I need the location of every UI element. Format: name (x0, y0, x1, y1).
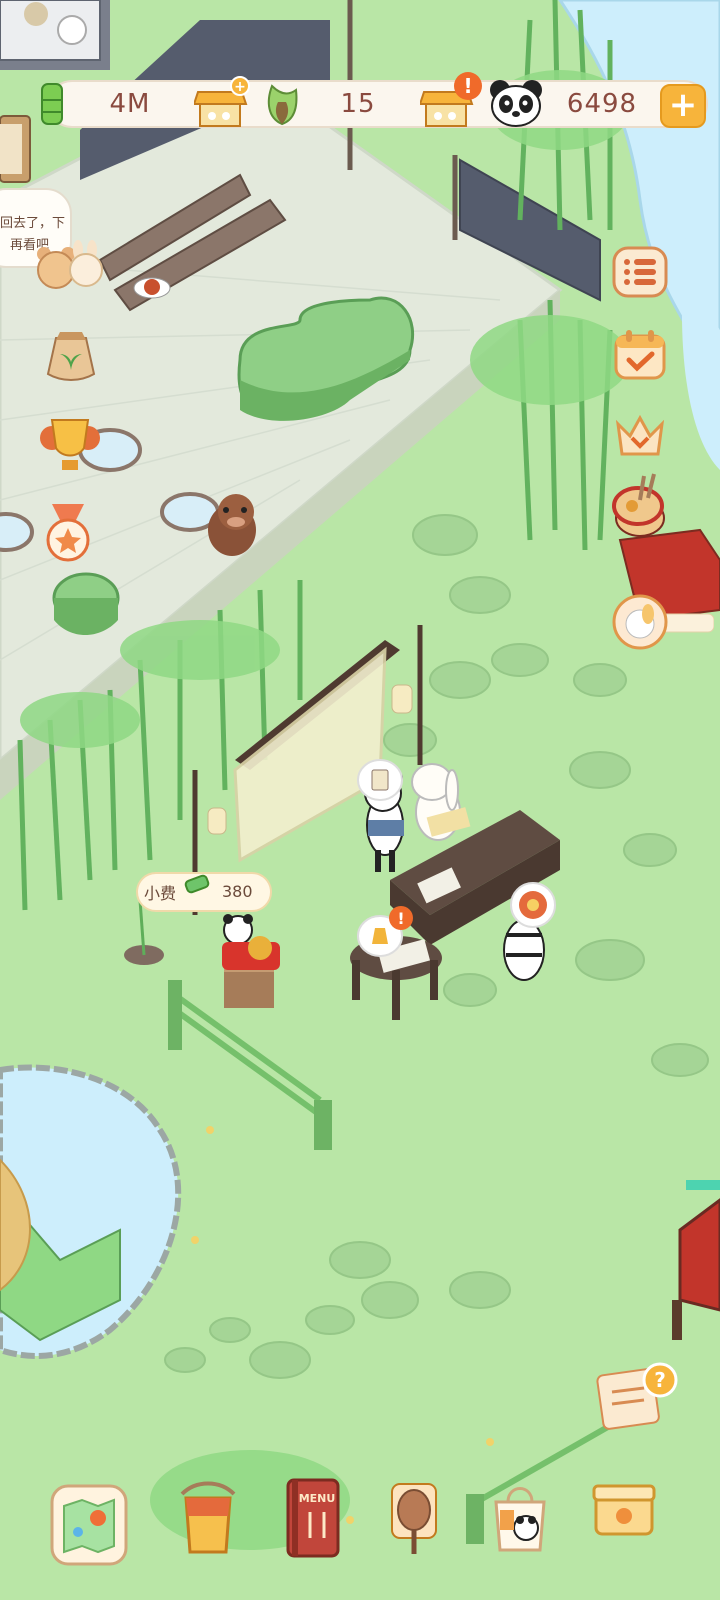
bamboo-currency-value: 4M (109, 89, 151, 119)
bamboo-icon (41, 83, 63, 125)
character-avatar-icon[interactable] (612, 594, 714, 652)
menu-book-icon[interactable]: MENU (284, 1476, 344, 1560)
shoots-currency-value: 15 (340, 89, 376, 119)
medal-star-icon[interactable] (42, 500, 94, 564)
recipe-book-icon[interactable] (0, 112, 34, 186)
list-menu-icon[interactable] (612, 244, 668, 300)
svg-text:?: ? (654, 1368, 666, 1392)
panda-icon (490, 80, 542, 127)
storage-box-icon[interactable] (592, 1478, 656, 1538)
buy-currency-plus-button[interactable]: + (660, 84, 706, 128)
shopping-bag-icon[interactable] (488, 1480, 552, 1556)
panda-coins-value: 6498 (566, 89, 638, 119)
plus-icon: + (668, 85, 698, 125)
quest-note-icon[interactable]: ? (594, 1358, 680, 1432)
npc-dialog-line1: 回去了，下 (0, 216, 66, 231)
decor-icon[interactable] (384, 1474, 444, 1560)
svg-text:+: + (234, 79, 246, 95)
calendar-check-icon[interactable] (612, 326, 668, 382)
svg-text:!: ! (463, 74, 472, 98)
map-icon[interactable] (48, 1480, 130, 1570)
bamboo-tip-icon (184, 874, 210, 894)
seed-bag-icon[interactable] (40, 324, 102, 384)
svg-text:!: ! (397, 909, 404, 928)
shop-alert-icon[interactable]: ! (420, 70, 486, 130)
drum-event-icon[interactable] (608, 470, 668, 530)
tip-value: 380 (222, 882, 253, 901)
bear-rabbit-guests-icon[interactable] (34, 240, 106, 292)
trophy-icon[interactable] (38, 410, 102, 476)
menu-sign-text: MENU (299, 1492, 336, 1505)
crown-icon[interactable] (612, 408, 668, 464)
tip-label: 小费 (144, 884, 177, 903)
paint-bucket-icon[interactable] (176, 1478, 240, 1562)
bamboo-shoot-icon (267, 84, 298, 126)
shop-add-icon[interactable]: + (194, 76, 252, 130)
